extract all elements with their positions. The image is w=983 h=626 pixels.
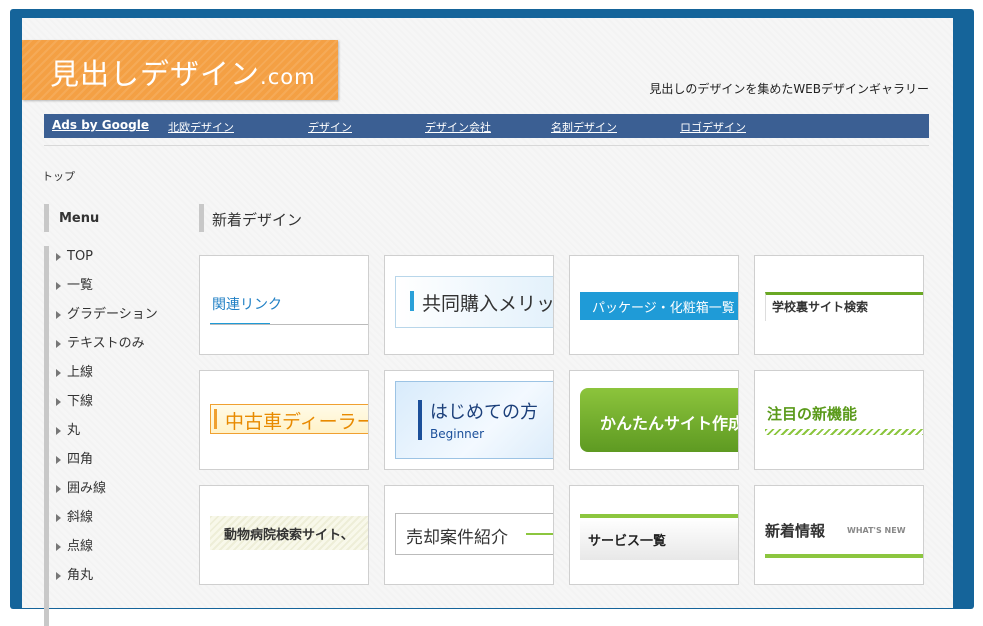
sidebar-item-square[interactable]: 四角 (49, 449, 189, 478)
design-card[interactable]: 注目の新機能 (754, 370, 924, 470)
design-sample-text: 注目の新機能 (767, 405, 858, 423)
design-sample: 共同購入メリット (395, 276, 554, 328)
design-sample: 関連リンク (210, 288, 368, 325)
sidebar-item-diagonal[interactable]: 斜線 (49, 507, 189, 536)
sidebar-item-gradation[interactable]: グラデーション (49, 304, 189, 333)
design-sample-text: パッケージ・化粧箱一覧 (592, 301, 735, 316)
design-card[interactable]: 売却案件紹介 (384, 485, 554, 585)
nav-link-logo-design[interactable]: ロゴデザイン (680, 119, 746, 135)
sidebar-item-rounded[interactable]: 角丸 (49, 565, 189, 594)
triangle-right-icon (56, 398, 61, 406)
nav-link-hokuou-design[interactable]: 北欧デザイン (168, 119, 234, 135)
design-sample: サービス一覧 (580, 514, 738, 560)
nav-link-design[interactable]: デザイン (308, 119, 352, 135)
design-sample-text: 動物病院検索サイト、 (224, 528, 354, 543)
sidebar-menu: TOP 一覧 グラデーション テキストのみ 上線 下線 丸 四角 囲み線 斜線 … (44, 246, 189, 626)
page: 見出しデザイン.com 見出しのデザインを集めたWEBデザインギャラリー Ads… (22, 18, 953, 626)
sidebar-item-underline[interactable]: 下線 (49, 391, 189, 420)
design-card[interactable]: 関連リンク (199, 255, 369, 355)
triangle-right-icon (56, 282, 61, 290)
design-sample: 動物病院検索サイト、 (210, 516, 368, 550)
design-sample-subtext: WHAT'S NEW (847, 526, 906, 535)
sidebar-item-list[interactable]: 一覧 (49, 275, 189, 304)
new-designs-title: 新着デザイン (212, 211, 303, 229)
triangle-right-icon (56, 456, 61, 464)
new-designs-heading: 新着デザイン (199, 204, 404, 232)
design-card[interactable]: パッケージ・化粧箱一覧 (569, 255, 739, 355)
nav-link-business-card-design[interactable]: 名刺デザイン (551, 119, 617, 135)
triangle-right-icon (56, 427, 61, 435)
design-card[interactable]: はじめての方 Beginner (384, 370, 554, 470)
design-card[interactable]: 中古車ディーラー (199, 370, 369, 470)
design-sample: 中古車ディーラー (210, 404, 369, 434)
design-sample-text: 中古車ディーラー (225, 411, 369, 433)
design-card[interactable]: サービス一覧 (569, 485, 739, 585)
header-divider (44, 145, 929, 146)
design-sample-subtext: Beginner (430, 427, 485, 441)
design-sample-text: 売却案件紹介 (406, 528, 508, 548)
design-sample: かんたんサイト作成 (580, 388, 738, 452)
top-nav-bar: Ads by Google 北欧デザイン デザイン デザイン会社 名刺デザイン … (44, 114, 929, 138)
design-sample-text: 新着情報 (765, 522, 826, 540)
design-sample: 学校裏サイト検索 (765, 292, 923, 321)
breadcrumb-top[interactable]: トップ (42, 168, 75, 184)
design-sample: はじめての方 Beginner (395, 381, 553, 459)
design-sample-text: 共同購入メリット (422, 293, 554, 315)
triangle-right-icon (56, 311, 61, 319)
design-sample-text: サービス一覧 (588, 534, 667, 549)
sidebar-item-overline[interactable]: 上線 (49, 362, 189, 391)
nav-link-design-company[interactable]: デザイン会社 (425, 119, 491, 135)
design-card[interactable]: 学校裏サイト検索 (754, 255, 924, 355)
sidebar-title: Menu (59, 211, 100, 226)
site-tagline: 見出しのデザインを集めたWEBデザインギャラリー (649, 82, 929, 96)
triangle-right-icon (56, 485, 61, 493)
sidebar-item-top[interactable]: TOP (49, 246, 189, 275)
design-sample: 売却案件紹介 (395, 513, 553, 555)
sidebar-item-circle[interactable]: 丸 (49, 420, 189, 449)
triangle-right-icon (56, 369, 61, 377)
ads-by-google-link[interactable]: Ads by Google (52, 118, 149, 132)
design-sample-text: 学校裏サイト検索 (772, 300, 869, 314)
sidebar-item-border-box[interactable]: 囲み線 (49, 478, 189, 507)
design-sample: 新着情報 WHAT'S NEW (765, 516, 923, 558)
triangle-right-icon (56, 253, 61, 261)
design-card[interactable]: 動物病院検索サイト、 (199, 485, 369, 585)
logo-suffix-text: .com (260, 65, 316, 89)
design-sample: 注目の新機能 (765, 401, 923, 441)
design-card[interactable]: 新着情報 WHAT'S NEW (754, 485, 924, 585)
design-sample-text: かんたんサイト作成 (600, 414, 738, 433)
triangle-right-icon (56, 572, 61, 580)
sidebar-item-text-only[interactable]: テキストのみ (49, 333, 189, 362)
triangle-right-icon (56, 340, 61, 348)
design-sample-text: 関連リンク (212, 297, 282, 313)
design-sample-text: はじめての方 (430, 402, 538, 423)
triangle-right-icon (56, 514, 61, 522)
sidebar-item-dotted[interactable]: 点線 (49, 536, 189, 565)
design-card[interactable]: 共同購入メリット (384, 255, 554, 355)
logo-main-text: 見出しデザイン (50, 57, 261, 91)
site-logo[interactable]: 見出しデザイン.com (22, 40, 338, 100)
design-sample: パッケージ・化粧箱一覧 (580, 292, 738, 320)
design-card[interactable]: かんたんサイト作成 (569, 370, 739, 470)
sidebar-heading: Menu (44, 204, 169, 232)
triangle-right-icon (56, 543, 61, 551)
